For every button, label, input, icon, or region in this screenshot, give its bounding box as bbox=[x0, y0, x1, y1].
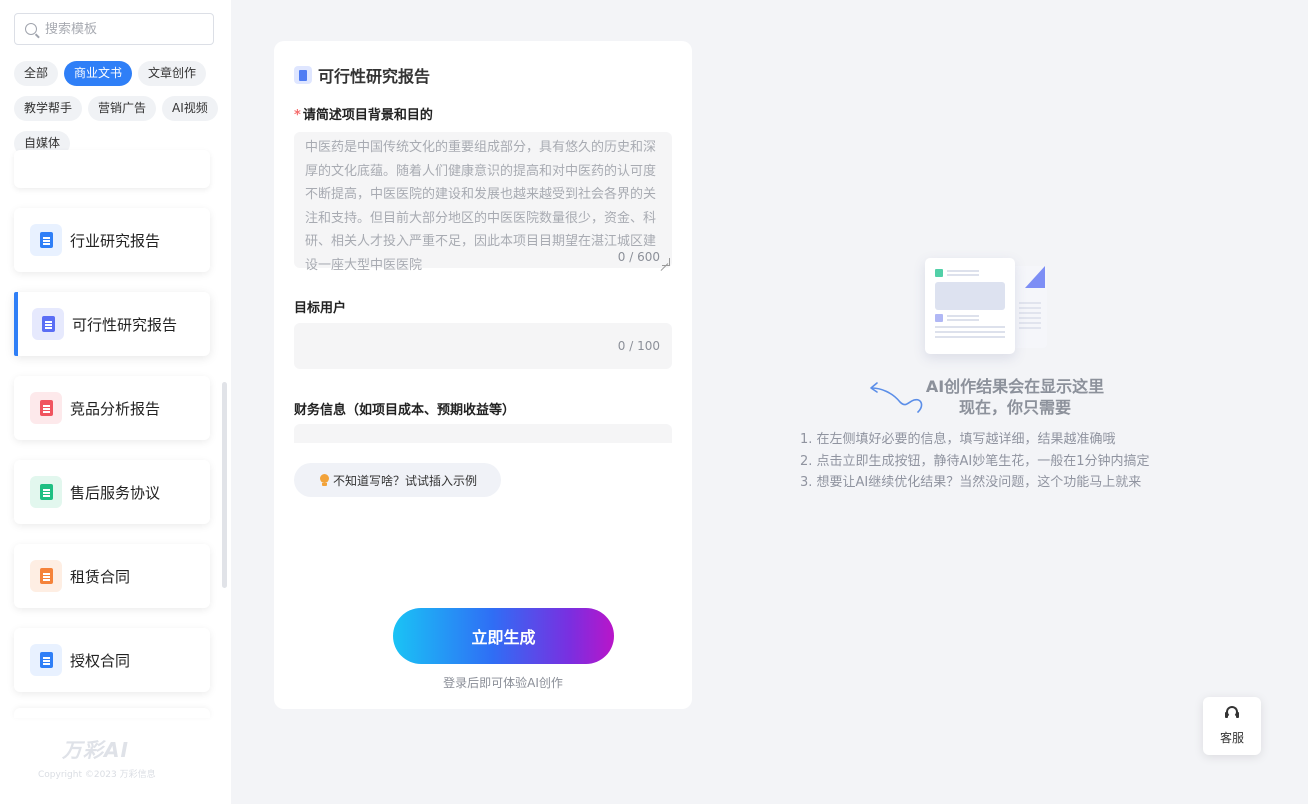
target-users-label: 目标用户 bbox=[294, 301, 347, 316]
template-item-label: 可行性研究报告 bbox=[72, 315, 178, 334]
background-purpose-label: * 请简述项目背景和目的 bbox=[294, 104, 433, 123]
usage-steps: 1. 在左侧填好必要的信息，填写越详细，结果越准确哦 2. 点击立即生成按钮，静… bbox=[800, 429, 1150, 494]
char-counter: 0 / 600 bbox=[617, 250, 660, 264]
background-purpose-label-text: 请简述项目背景和目的 bbox=[302, 108, 433, 123]
template-item-license-contract[interactable]: 授权合同 bbox=[14, 628, 210, 692]
customer-service-button[interactable]: 客服 bbox=[1203, 697, 1261, 755]
tag-business-docs[interactable]: 商业文书 bbox=[64, 61, 133, 86]
panel-title: 可行性研究报告 bbox=[294, 63, 430, 87]
template-item-lease-contract[interactable]: 租赁合同 bbox=[14, 544, 210, 608]
template-card-partial[interactable] bbox=[14, 708, 210, 718]
financial-info-label: 财务信息（如项目成本、预期收益等） bbox=[294, 403, 516, 418]
form-panel: 可行性研究报告 * 请简述项目背景和目的 中医药是中国传统文化的重要组成部分，具有… bbox=[274, 41, 692, 709]
generate-button[interactable]: 立即生成 bbox=[393, 608, 614, 664]
usage-step: 3. 想要让AI继续优化结果？当然没问题，这个功能马上就来 bbox=[800, 475, 1142, 490]
resize-handle[interactable] bbox=[662, 258, 670, 266]
target-users-input[interactable]: 0 / 100 bbox=[294, 323, 672, 369]
template-item-label: 竞品分析报告 bbox=[70, 399, 161, 418]
result-placeholder-title: AI创作结果会在显示这里 现在，你只需要 bbox=[900, 376, 1130, 418]
tag-marketing-ads[interactable]: 营销广告 bbox=[88, 96, 157, 121]
usage-step: 1. 在左侧填好必要的信息，填写越详细，结果越准确哦 bbox=[800, 432, 1116, 447]
template-search-box[interactable] bbox=[14, 13, 214, 45]
template-sidebar: 全部 商业文书 文章创作 教学帮手 营销广告 AI视频 自媒体 行业研究报告 可… bbox=[0, 0, 231, 804]
insert-example-label: 不知道写啥？试试插入示例 bbox=[333, 473, 478, 488]
template-card-partial[interactable] bbox=[14, 150, 210, 188]
copyright-text: Copyright ©2023 万彩信息 bbox=[38, 770, 156, 780]
tag-teaching-helper[interactable]: 教学帮手 bbox=[14, 96, 83, 121]
required-mark: * bbox=[294, 108, 301, 123]
login-tip: 登录后即可体验AI创作 bbox=[443, 676, 563, 690]
result-title-line1: AI创作结果会在显示这里 bbox=[925, 377, 1105, 396]
template-item-industry-report[interactable]: 行业研究报告 bbox=[14, 208, 210, 272]
template-item-label: 授权合同 bbox=[70, 651, 131, 670]
search-icon bbox=[25, 23, 37, 35]
textarea-placeholder: 中医药是中国传统文化的重要组成部分，具有悠久的历史和深厚的文化底蕴。随着人们健康… bbox=[305, 140, 657, 273]
contract-star-icon bbox=[30, 560, 62, 592]
result-title-line2: 现在，你只需要 bbox=[958, 398, 1071, 417]
background-purpose-textarea[interactable]: 中医药是中国传统文化的重要组成部分，具有悠久的历史和深厚的文化底蕴。随着人们健康… bbox=[294, 132, 672, 273]
template-item-label: 售后服务协议 bbox=[70, 483, 161, 502]
license-icon bbox=[30, 644, 62, 676]
lightbulb-icon bbox=[320, 473, 329, 487]
template-item-label: 租赁合同 bbox=[70, 567, 131, 586]
sidebar-scrollbar[interactable] bbox=[222, 382, 227, 588]
agreement-icon bbox=[30, 476, 62, 508]
insert-example-button[interactable]: 不知道写啥？试试插入示例 bbox=[294, 463, 502, 497]
tag-article-writing[interactable]: 文章创作 bbox=[138, 61, 207, 86]
template-list: 行业研究报告 可行性研究报告 竞品分析报告 售后服务协议 租赁合同 授权合同 bbox=[14, 208, 210, 718]
template-item-competitor-analysis[interactable]: 竞品分析报告 bbox=[14, 376, 210, 440]
template-item-label: 行业研究报告 bbox=[70, 231, 161, 250]
category-tags: 全部 商业文书 文章创作 教学帮手 营销广告 AI视频 自媒体 bbox=[14, 61, 219, 156]
template-search-input[interactable] bbox=[45, 21, 195, 37]
tag-ai-video[interactable]: AI视频 bbox=[162, 96, 218, 121]
char-counter: 0 / 100 bbox=[617, 339, 660, 353]
document-icon bbox=[294, 66, 312, 84]
report-icon bbox=[30, 224, 62, 256]
financial-info-input[interactable] bbox=[294, 424, 672, 443]
empty-result-illustration bbox=[925, 258, 1047, 354]
usage-step: 2. 点击立即生成按钮，静待AI妙笔生花，一般在1分钟内搞定 bbox=[800, 453, 1150, 469]
headset-icon bbox=[1224, 706, 1240, 722]
template-item-after-sales-agreement[interactable]: 售后服务协议 bbox=[14, 460, 210, 524]
customer-service-label: 客服 bbox=[1219, 731, 1244, 745]
brand-logo: 万彩AI bbox=[62, 738, 129, 762]
panel-title-text: 可行性研究报告 bbox=[318, 67, 431, 86]
clipboard-icon bbox=[32, 308, 64, 340]
tag-all[interactable]: 全部 bbox=[14, 61, 59, 86]
template-item-feasibility-report[interactable]: 可行性研究报告 bbox=[14, 292, 210, 356]
vs-report-icon bbox=[30, 392, 62, 424]
